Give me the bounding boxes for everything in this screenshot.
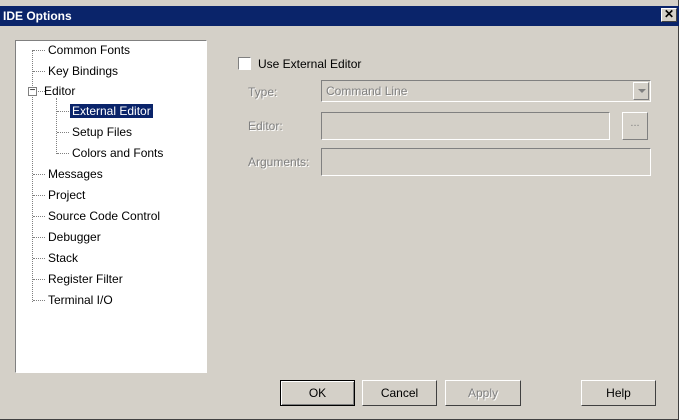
tree-item-debugger[interactable]: Debugger	[46, 229, 103, 245]
editor-label: Editor:	[248, 119, 283, 133]
help-button[interactable]: Help	[581, 380, 656, 406]
apply-button[interactable]: Apply	[445, 380, 521, 406]
tree-item-label: Setup Files	[72, 125, 133, 139]
tree-item-common-fonts[interactable]: Common Fonts	[46, 42, 132, 58]
tree-item-setup-files[interactable]: Setup Files	[70, 124, 134, 140]
title-bar[interactable]: IDE Options ✕	[0, 6, 679, 26]
tree-item-label: Editor	[44, 84, 76, 98]
close-button[interactable]: ✕	[661, 8, 677, 22]
tree-connector	[57, 132, 69, 133]
tree-connector	[33, 71, 45, 72]
tree-item-register-filter[interactable]: Register Filter	[46, 271, 125, 287]
tree-item-key-bindings[interactable]: Key Bindings	[46, 63, 120, 79]
ellipsis-icon: ...	[630, 117, 640, 129]
tree-item-stack[interactable]: Stack	[46, 250, 80, 266]
tree-connector	[33, 279, 45, 280]
use-external-editor-label[interactable]: Use External Editor	[258, 57, 361, 71]
ide-options-dialog: IDE Options ✕ Common Fonts Key Bindings …	[0, 0, 679, 420]
tree-connector	[33, 300, 45, 301]
tree-child-line	[56, 98, 57, 154]
tree-item-project[interactable]: Project	[46, 187, 87, 203]
arguments-field[interactable]	[321, 148, 651, 176]
tree-item-label: Debugger	[48, 230, 101, 244]
tree-item-label: Register Filter	[48, 272, 123, 286]
window-title: IDE Options	[3, 9, 72, 23]
tree-item-label: Terminal I/O	[48, 293, 113, 307]
type-dropdown[interactable]: Command Line	[321, 80, 651, 102]
tree-expander-editor[interactable]: −	[28, 85, 37, 96]
tree-connector	[33, 258, 45, 259]
tree-connector	[33, 237, 45, 238]
use-external-editor-checkbox[interactable]	[238, 57, 251, 70]
editor-field[interactable]	[321, 112, 610, 140]
arguments-label: Arguments:	[248, 155, 310, 169]
tree-connector	[33, 216, 45, 217]
tree-item-external-editor[interactable]: External Editor	[70, 103, 153, 119]
tree-connector	[57, 111, 69, 112]
tree-connector	[33, 174, 45, 175]
tree-item-messages[interactable]: Messages	[46, 166, 105, 182]
tree-item-label: Stack	[48, 251, 79, 265]
tree-item-label: Key Bindings	[48, 64, 119, 78]
tree-item-terminal-io[interactable]: Terminal I/O	[46, 292, 115, 308]
type-dropdown-value: Command Line	[326, 84, 408, 98]
tree-item-label: Messages	[48, 167, 103, 181]
ok-button[interactable]: OK	[280, 380, 355, 406]
close-icon: ✕	[663, 7, 675, 21]
tree-item-editor[interactable]: Editor	[42, 83, 77, 99]
tree-connector	[33, 50, 45, 51]
tree-item-label: External Editor	[70, 104, 153, 118]
tree-item-label: Common Fonts	[48, 43, 131, 57]
tree-connector	[57, 153, 69, 154]
tree-item-source-code-control[interactable]: Source Code Control	[46, 208, 162, 224]
tree-item-label: Colors and Fonts	[72, 146, 164, 160]
type-label: Type:	[248, 85, 278, 99]
options-tree[interactable]: Common Fonts Key Bindings − Editor Exter…	[15, 40, 207, 373]
browse-button[interactable]: ...	[622, 112, 648, 140]
chevron-down-icon[interactable]	[633, 82, 649, 100]
tree-item-colors-and-fonts[interactable]: Colors and Fonts	[70, 145, 165, 161]
tree-item-label: Source Code Control	[48, 209, 161, 223]
tree-item-label: Project	[48, 188, 86, 202]
tree-connector	[33, 195, 45, 196]
minus-icon: −	[29, 85, 36, 96]
cancel-button[interactable]: Cancel	[362, 380, 437, 406]
